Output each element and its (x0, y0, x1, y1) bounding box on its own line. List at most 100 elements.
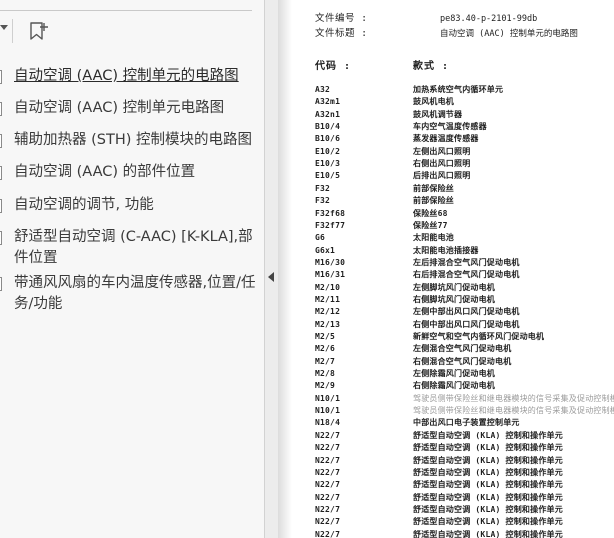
component-name: 太阳能电池插接器 (413, 245, 479, 255)
toolbar-divider (12, 19, 13, 43)
table-row: E10/3 右侧出风口照明 (292, 158, 614, 170)
component-code: N10/1 (315, 393, 341, 403)
table-row: M2/10 左侧脚坑风门促动电机 (292, 282, 614, 294)
table-row: M2/11 右侧脚坑风门促动电机 (292, 294, 614, 306)
component-code: M2/10 (315, 282, 341, 292)
bookmarks-panel: 自动空调 (AAC) 控制单元的电路图 自动空调 (AAC) 控制单元电路图 辅助加… (0, 0, 264, 538)
component-code: N22/7 (315, 480, 341, 490)
component-code: A32n1 (315, 109, 341, 119)
component-name: 舒适型自动空调 (KLA) 控制和操作单元 (413, 504, 563, 514)
component-code: G6x1 (315, 245, 336, 255)
component-name: 鼓风机调节器 (413, 109, 463, 119)
component-code: N22/7 (315, 443, 341, 453)
component-code: M2/9 (315, 381, 336, 391)
table-row: N22/7 舒适型自动空调 (KLA) 控制和操作单元 (292, 492, 614, 504)
table-row: N22/7 舒适型自动空调 (KLA) 控制和操作单元 (292, 467, 614, 479)
component-code: N22/7 (315, 467, 341, 477)
bookmark-label: 自动空调 (AAC) 控制单元的电路图 (14, 68, 239, 84)
component-name: 加热系统空气内循环单元 (413, 85, 504, 94)
bookmark-marker-icon (0, 199, 2, 213)
table-row: N22/7 舒适型自动空调 (KLA) 控制和操作单元 (292, 430, 614, 442)
file-number-label: 文件编号 : (315, 13, 368, 24)
component-name: 保险丝77 (413, 220, 448, 230)
component-code: N22/7 (315, 517, 341, 527)
table-row: M16/30 左后排混合空气风门促动电机 (292, 257, 614, 269)
component-code: M2/7 (315, 356, 336, 366)
column-header-name: 款式 : (413, 61, 450, 72)
component-name: 右侧中部出风口风门促动电机 (413, 319, 520, 329)
table-row: M2/9 右侧除霜风门促动电机 (292, 380, 614, 392)
component-code: M2/8 (315, 369, 336, 379)
splitter-shadow (278, 0, 292, 538)
table-row: N22/7 舒适型自动空调 (KLA) 控制和操作单元 (292, 529, 614, 538)
component-name: 前部保险丝 (413, 196, 454, 206)
table-row: B10/4 车内空气温度传感器 (292, 121, 614, 133)
table-row: N22/7 舒适型自动空调 (KLA) 控制和操作单元 (292, 516, 614, 528)
bookmark-label: 带通风风扇的车内温度传感器,位置/任务/功能 (14, 275, 256, 312)
component-name: 保险丝68 (413, 208, 448, 218)
table-row: A32n1 鼓风机调节器 (292, 109, 614, 121)
component-code: N22/7 (315, 492, 341, 502)
component-name: 驾驶员侧带保险丝和继电器模块的信号采集及促动控制模块 (413, 393, 614, 403)
component-code: A32 (315, 85, 331, 94)
component-code: M2/12 (315, 307, 341, 317)
file-title-label: 文件标题 : (315, 28, 368, 39)
component-code: N22/7 (315, 455, 341, 465)
component-name: 后排出风口照明 (413, 171, 471, 181)
component-name: 车内空气温度传感器 (413, 122, 487, 132)
table-row: N18/4 中部出风口电子装置控制单元 (292, 417, 614, 429)
table-row: M2/8 左侧除霜风门促动电机 (292, 368, 614, 380)
table-row: N22/7 舒适型自动空调 (KLA) 控制和操作单元 (292, 455, 614, 467)
chevron-down-icon[interactable] (0, 25, 8, 30)
table-row: A32m1 鼓风机电机 (292, 96, 614, 108)
component-code: E10/5 (315, 171, 341, 181)
component-name: 右侧除霜风门促动电机 (413, 381, 495, 391)
table-row: G6 太阳能电池 (292, 232, 614, 244)
table-row: N22/7 舒适型自动空调 (KLA) 控制和操作单元 (292, 504, 614, 516)
bookmark-marker-icon (0, 70, 2, 84)
bookmark-label: 自动空调的调节, 功能 (14, 197, 154, 213)
component-name: 鼓风机电机 (413, 97, 454, 107)
bookmark-add-icon[interactable] (26, 19, 54, 45)
table-row: F32f68 保险丝68 (292, 208, 614, 220)
table-row: E10/2 左侧出风口照明 (292, 146, 614, 158)
component-name: 蒸发器温度传感器 (413, 134, 479, 144)
component-code: N22/7 (315, 430, 341, 440)
component-code: E10/2 (315, 146, 341, 156)
bookmark-label: 舒适型自动空调 (C-AAC) [K-KLA],部件位置 (14, 229, 253, 266)
document-page: 文件编号 : pe83.40-p-2101-99db 文件标题 : 自动空调 (… (292, 0, 614, 538)
bookmark-marker-icon (0, 166, 2, 180)
bookmark-marker-icon (0, 231, 2, 245)
component-name: 新鲜空气和空气内循环风门促动电机 (413, 332, 545, 341)
component-code: N10/1 (315, 406, 341, 416)
component-code: M2/13 (315, 319, 341, 329)
component-code: N18/4 (315, 418, 341, 428)
component-code: B10/4 (315, 122, 341, 132)
table-row: F32 前部保险丝 (292, 183, 614, 195)
component-code: M2/11 (315, 294, 341, 304)
component-name: 左侧出风口照明 (413, 146, 471, 156)
table-row: M2/13 右侧中部出风口风门促动电机 (292, 319, 614, 331)
component-name: 右侧脚坑风门促动电机 (413, 294, 495, 304)
bookmarks-toolbar (0, 0, 264, 44)
component-name: 舒适型自动空调 (KLA) 控制和操作单元 (413, 492, 563, 502)
bookmark-label: 自动空调 (AAC) 的部件位置 (14, 164, 196, 180)
table-row: N22/7 舒适型自动空调 (KLA) 控制和操作单元 (292, 442, 614, 454)
table-row: F32 前部保险丝 (292, 195, 614, 207)
table-row: N10/1 驾驶员侧带保险丝和继电器模块的信号采集及促动控制模块 (292, 393, 614, 405)
collapse-left-icon[interactable] (268, 272, 274, 282)
component-code: G6 (315, 233, 326, 243)
table-row: E10/5 后排出风口照明 (292, 170, 614, 182)
component-name: 右后排混合空气风门促动电机 (413, 270, 520, 280)
table-row: M2/5 新鲜空气和空气内循环风门促动电机 (292, 331, 614, 343)
table-row: F32f77 保险丝77 (292, 220, 614, 232)
component-code: M2/6 (315, 344, 336, 354)
component-name: 右侧出风口照明 (413, 159, 471, 169)
panel-splitter[interactable] (264, 0, 278, 538)
component-name: 太阳能电池 (413, 233, 454, 243)
component-code: F32f68 (315, 208, 346, 218)
toolbar-separator (0, 10, 252, 11)
table-row: G6x1 太阳能电池插接器 (292, 245, 614, 257)
component-name: 左后排混合空气风门促动电机 (413, 257, 520, 267)
bookmark-marker-icon (0, 277, 2, 291)
